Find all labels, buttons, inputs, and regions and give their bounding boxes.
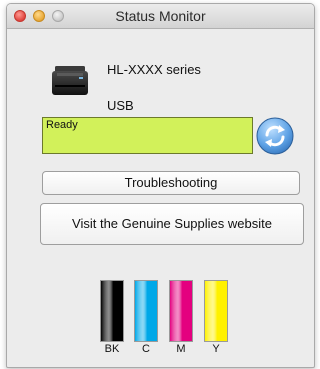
status-display: Ready: [42, 117, 253, 154]
supplies-website-button[interactable]: Visit the Genuine Supplies website: [40, 203, 304, 245]
ink-label-black: BK: [104, 343, 120, 355]
window-title: Status Monitor: [115, 8, 206, 24]
ink-bar-shine: [135, 281, 157, 341]
connection-type: USB: [107, 98, 134, 113]
ink-bar-shine: [170, 281, 192, 341]
status-monitor-window: Status Monitor HL-XXXX series USB Ready: [6, 3, 315, 368]
refresh-icon[interactable]: [255, 116, 295, 156]
ink-label-yellow: Y: [212, 343, 220, 355]
troubleshooting-button[interactable]: Troubleshooting: [42, 171, 300, 195]
printer-model: HL-XXXX series: [107, 62, 201, 77]
title-bar[interactable]: Status Monitor: [7, 4, 314, 29]
ink-label-magenta: M: [176, 343, 186, 355]
ink-bar-shine: [205, 281, 227, 341]
ink-bar-yellow: [204, 280, 228, 342]
status-text: Ready: [46, 119, 78, 131]
ink-label-cyan: C: [142, 343, 150, 355]
ink-bar-cyan: [134, 280, 158, 342]
ink-bar-shine: [101, 281, 123, 341]
ink-bar-magenta: [169, 280, 193, 342]
printer-icon: [52, 66, 88, 95]
ink-bar-black: [100, 280, 124, 342]
